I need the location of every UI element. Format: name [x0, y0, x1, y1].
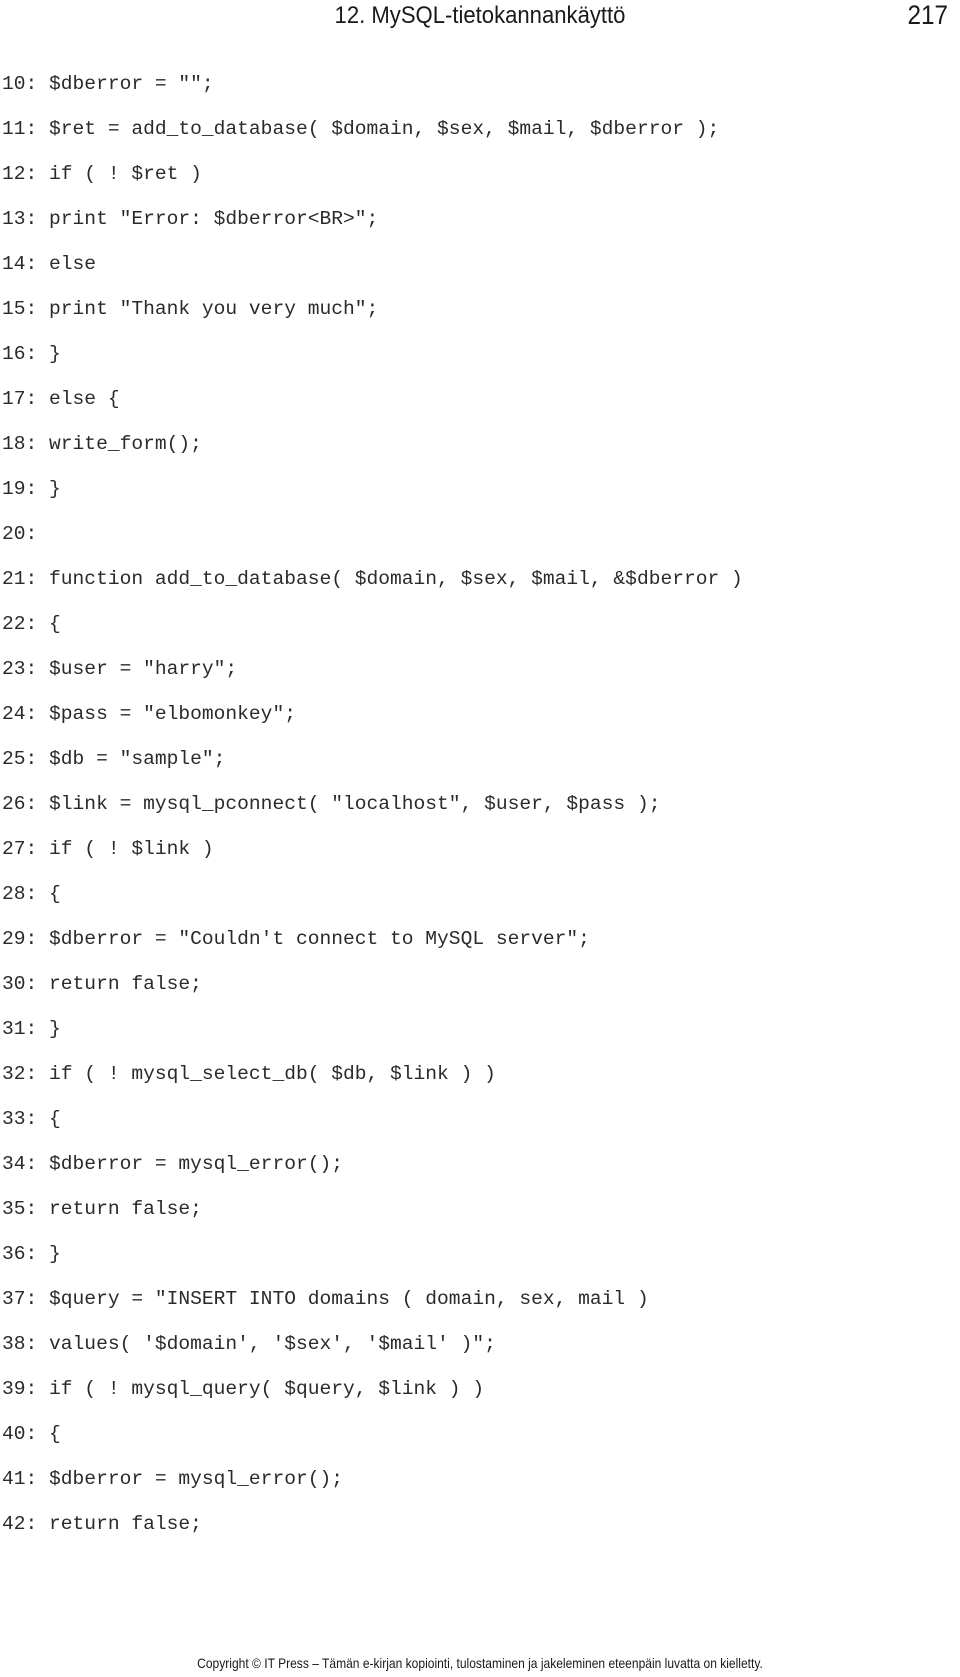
- code-line: 37: $query = "INSERT INTO domains ( doma…: [2, 1288, 649, 1310]
- code-line: 27: if ( ! $link ): [2, 838, 214, 860]
- code-line: 39: if ( ! mysql_query( $query, $link ) …: [2, 1378, 485, 1400]
- copyright-footer: Copyright © IT Press – Tämän e-kirjan ko…: [197, 1655, 763, 1671]
- code-line: 16: }: [2, 343, 61, 365]
- code-line: 21: function add_to_database( $domain, $…: [2, 568, 743, 590]
- code-line: 26: $link = mysql_pconnect( "localhost",…: [2, 793, 661, 815]
- code-line: 13: print "Error: $dberror<BR>";: [2, 208, 379, 230]
- page-number: 217: [907, 0, 948, 30]
- code-line: 10: $dberror = "";: [2, 73, 214, 95]
- code-line: 17: else {: [2, 388, 120, 410]
- code-line: 28: {: [2, 883, 61, 905]
- code-line: 12: if ( ! $ret ): [2, 163, 202, 185]
- code-line: 25: $db = "sample";: [2, 748, 226, 770]
- code-line: 19: }: [2, 478, 61, 500]
- code-line: 24: $pass = "elbomonkey";: [2, 703, 296, 725]
- code-line: 36: }: [2, 1243, 61, 1265]
- code-line: 18: write_form();: [2, 433, 202, 455]
- code-line: 35: return false;: [2, 1198, 202, 1220]
- code-line: 29: $dberror = "Couldn't connect to MySQ…: [2, 928, 590, 950]
- code-line: 23: $user = "harry";: [2, 658, 238, 680]
- code-line: 30: return false;: [2, 973, 202, 995]
- code-line: 34: $dberror = mysql_error();: [2, 1153, 343, 1175]
- code-line: 41: $dberror = mysql_error();: [2, 1468, 343, 1490]
- code-line: 38: values( '$domain', '$sex', '$mail' )…: [2, 1333, 496, 1355]
- code-line: 40: {: [2, 1423, 61, 1445]
- chapter-title: 12. MySQL-tietokannankäyttö: [334, 2, 626, 29]
- code-line: 32: if ( ! mysql_select_db( $db, $link )…: [2, 1063, 496, 1085]
- code-listing: 10: $dberror = ""; 11: $ret = add_to_data…: [2, 69, 743, 1554]
- code-line: 20:: [2, 523, 38, 545]
- code-line: 11: $ret = add_to_database( $domain, $se…: [2, 118, 720, 140]
- code-line: 14: else: [2, 253, 97, 275]
- code-line: 22: {: [2, 613, 61, 635]
- code-line: 15: print "Thank you very much";: [2, 298, 379, 320]
- code-line: 33: {: [2, 1108, 61, 1130]
- code-line: 42: return false;: [2, 1513, 202, 1535]
- code-line: 31: }: [2, 1018, 61, 1040]
